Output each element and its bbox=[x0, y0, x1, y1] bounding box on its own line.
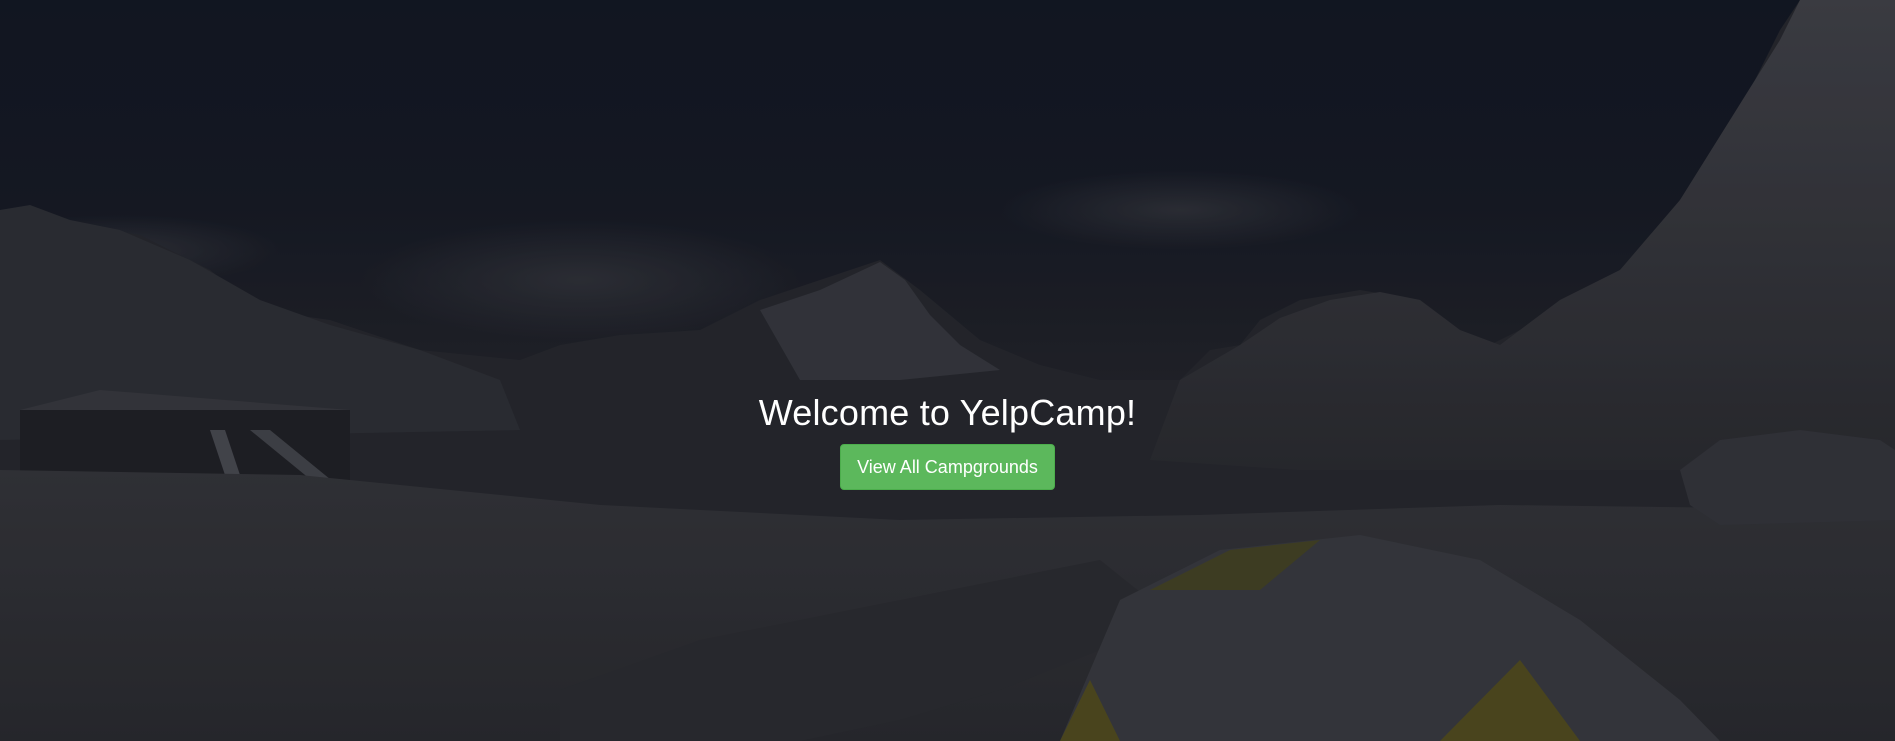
landing-hero: Welcome to YelpCamp! View All Campground… bbox=[0, 0, 1895, 741]
page-title: Welcome to YelpCamp! bbox=[758, 392, 1137, 433]
dark-overlay bbox=[0, 0, 1895, 741]
view-all-campgrounds-button[interactable]: View All Campgrounds bbox=[840, 444, 1055, 490]
welcome-section: Welcome to YelpCamp! View All Campground… bbox=[0, 392, 1895, 490]
